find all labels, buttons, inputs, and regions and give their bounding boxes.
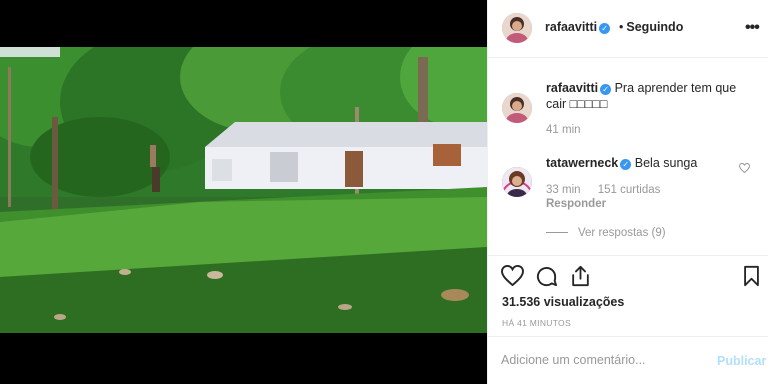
post-actions: 31.536 visualizações HÁ 41 MINUTOS (488, 255, 768, 335)
replies-divider (546, 232, 568, 234)
share-icon[interactable] (570, 265, 591, 287)
add-comment-bar: Publicar (488, 336, 768, 384)
comment-text: tatawerneck ✓ Bela sunga (546, 155, 751, 171)
comment-time[interactable]: 33 min (546, 184, 581, 196)
view-replies-button[interactable]: Ver respostas (9) (546, 227, 666, 239)
publish-button[interactable]: Publicar (717, 354, 766, 368)
more-options-icon[interactable]: ••• (745, 19, 760, 37)
post-timestamp: HÁ 41 MINUTOS (502, 318, 571, 328)
caption-time[interactable]: 41 min (546, 124, 581, 136)
follow-status[interactable]: • Seguindo (619, 20, 683, 34)
bookmark-icon[interactable] (743, 265, 760, 287)
comment-username[interactable]: tatawerneck (546, 156, 618, 170)
verified-badge-icon: ✓ (599, 23, 611, 34)
view-count[interactable]: 31.536 visualizações (502, 295, 624, 309)
comment-body: Bela sunga (634, 156, 698, 170)
caption-avatar[interactable] (502, 93, 532, 123)
post-side-panel: rafaavitti ✓ • Seguindo ••• rafaavitti ✓ Pr… (487, 0, 768, 384)
verified-badge-icon: ✓ (600, 84, 612, 95)
video-frame-illustration (0, 47, 487, 333)
caption-username[interactable]: rafaavitti (546, 81, 598, 95)
comment-icon[interactable] (535, 265, 558, 288)
comment-meta: 33 min 151 curtidas (546, 184, 660, 196)
post-header: rafaavitti ✓ • Seguindo ••• (488, 0, 768, 58)
like-comment-heart-icon[interactable] (739, 163, 750, 173)
reply-button[interactable]: Responder (546, 198, 606, 210)
comment-input[interactable] (501, 353, 701, 367)
view-replies-label: Ver respostas (9) (578, 227, 666, 239)
author-username[interactable]: rafaavitti ✓ (545, 20, 611, 34)
media-pane (0, 0, 487, 384)
heart-icon[interactable] (501, 265, 524, 286)
comment-likes[interactable]: 151 curtidas (598, 184, 661, 196)
author-avatar[interactable] (502, 13, 532, 43)
commenter-avatar[interactable] (502, 167, 532, 197)
caption-text: rafaavitti ✓ Pra aprender tem que cair □□… (546, 80, 751, 112)
comments-list: rafaavitti ✓ Pra aprender tem que cair □□… (488, 59, 768, 254)
verified-badge-icon: ✓ (620, 159, 632, 170)
post-video[interactable] (0, 47, 487, 333)
